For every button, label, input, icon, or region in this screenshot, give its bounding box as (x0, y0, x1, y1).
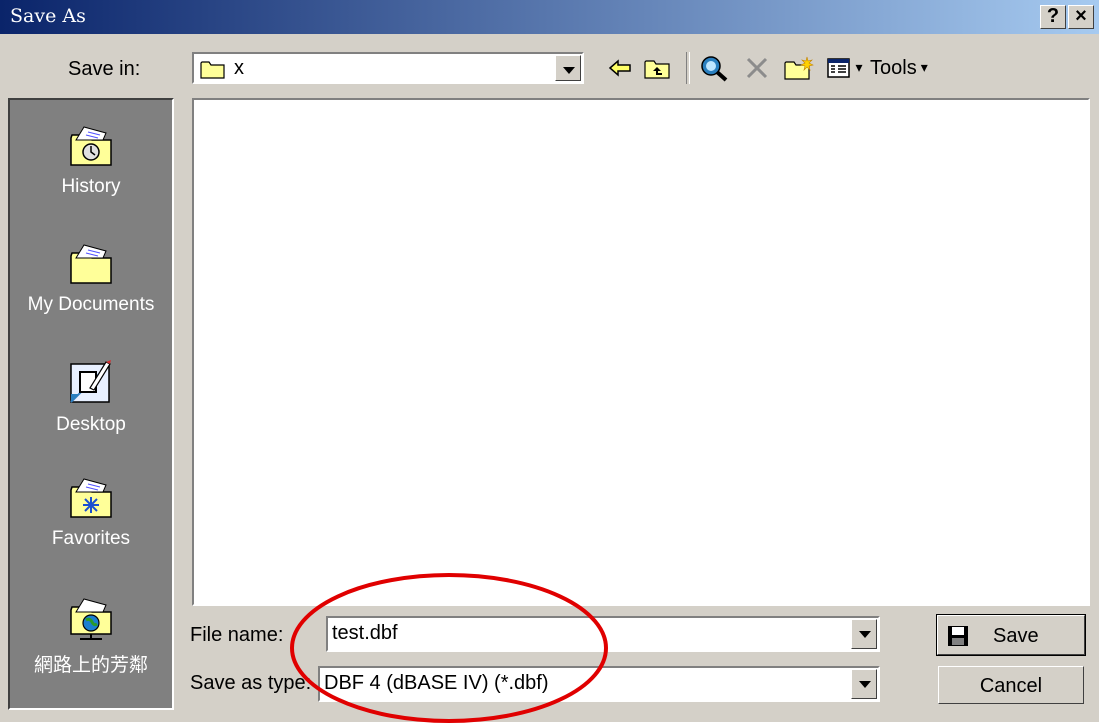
tools-menu-label: Tools (870, 56, 917, 79)
place-history-label: History (61, 176, 121, 197)
place-desktop-label: Desktop (56, 414, 126, 435)
network-places-icon (68, 596, 114, 640)
save-as-dialog: Save As ? × Save in: x ▾ Tools ▾ History… (0, 0, 1099, 723)
chevron-down-icon[interactable] (851, 619, 877, 649)
window-title: Save As (10, 5, 86, 27)
search-web-button[interactable] (698, 54, 730, 82)
folder-icon (200, 59, 226, 83)
place-favorites[interactable]: Favorites (10, 476, 172, 550)
place-my-documents[interactable]: My Documents (10, 242, 172, 316)
history-icon (68, 124, 114, 168)
tools-dropdown-arrow: ▾ (920, 60, 928, 76)
back-button[interactable] (606, 54, 634, 82)
views-button[interactable]: ▾ (822, 54, 868, 82)
back-arrow-icon (608, 59, 631, 77)
save-in-value: x (234, 57, 244, 79)
delete-x-icon (746, 57, 768, 79)
tools-menu-button[interactable]: Tools ▾ (870, 54, 974, 82)
favorites-icon (68, 476, 114, 520)
place-history[interactable]: History (10, 124, 172, 198)
desktop-icon (68, 358, 114, 403)
up-folder-icon (644, 60, 670, 79)
save-in-label: Save in: (68, 58, 141, 80)
highlight-ellipse (290, 573, 608, 723)
views-dropdown-arrow: ▾ (855, 60, 863, 76)
places-bar: History My Documents Desktop Favorites 網… (8, 98, 174, 710)
floppy-disk-icon (947, 625, 969, 653)
place-desktop[interactable]: Desktop (10, 358, 172, 436)
create-new-folder-button[interactable] (782, 54, 816, 82)
save-in-dropdown[interactable]: x (192, 52, 584, 84)
file-name-label: File name: (190, 624, 284, 646)
place-my-documents-label: My Documents (27, 294, 155, 315)
place-network-label: 網路上的芳鄰 (33, 655, 148, 676)
save-button-label: Save (993, 625, 1039, 647)
cancel-button-label: Cancel (979, 675, 1043, 697)
place-network[interactable]: 網路上的芳鄰 (10, 596, 172, 677)
views-icon (827, 58, 851, 78)
up-one-level-button[interactable] (642, 54, 672, 82)
delete-button[interactable] (742, 54, 772, 82)
new-folder-icon (784, 56, 814, 80)
save-button[interactable]: Save (936, 614, 1086, 656)
place-favorites-label: Favorites (51, 528, 131, 549)
chevron-down-icon[interactable] (851, 669, 877, 699)
chevron-down-icon[interactable] (555, 55, 581, 81)
file-list[interactable] (192, 98, 1090, 606)
help-button[interactable]: ? (1040, 5, 1066, 29)
my-documents-icon (68, 242, 114, 286)
cancel-button[interactable]: Cancel (938, 666, 1084, 704)
search-web-icon (701, 56, 728, 82)
toolbar-separator (686, 52, 690, 84)
close-button[interactable]: × (1068, 5, 1094, 29)
title-bar[interactable]: Save As ? × (0, 0, 1099, 34)
